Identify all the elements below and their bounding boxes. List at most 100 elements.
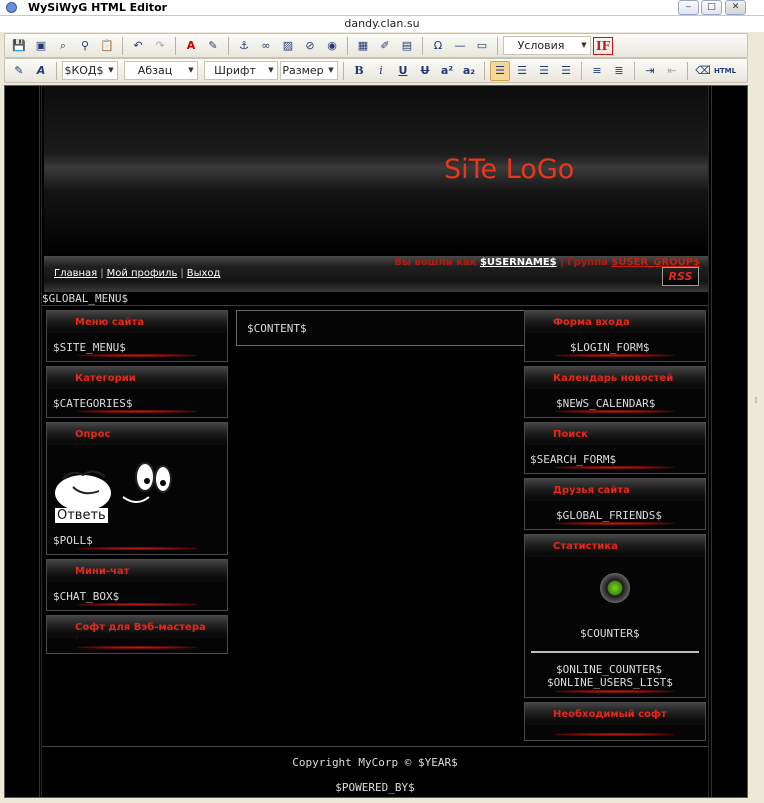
save-icon[interactable]: 💾 [9,36,29,56]
block-variable: $LOGIN_FORM$ [570,341,650,354]
close-button[interactable]: ✕ [725,0,746,15]
subscript-button[interactable]: a₂ [459,61,479,81]
block-header [47,423,227,445]
undo-icon[interactable]: ↶ [128,36,148,56]
image-icon[interactable]: ▨ [278,36,298,56]
unordered-list-icon[interactable]: ≣ [609,61,629,81]
toolbar-separator [422,36,423,55]
user-bar: Вы вошли как $USERNAME$ | Группа $USER_G… [44,256,708,292]
block-title: Форма входа [553,317,630,328]
content-variable: $CONTENT$ [247,322,307,335]
block-header [47,560,227,582]
link-icon[interactable]: ∞ [256,36,276,56]
special-char-icon[interactable]: Ω [428,36,448,56]
find-icon[interactable]: ⚲ [75,36,95,56]
align-right-icon[interactable]: ☰ [534,61,554,81]
block-title: Мини-чат [75,566,130,577]
right-block-news-calendar: Календарь новостей $NEWS_CALENDAR$ [524,366,706,418]
text-color-icon[interactable]: A [181,36,201,56]
divider [42,305,708,306]
paste-icon[interactable]: 📋 [97,36,117,56]
block-variable: $NEWS_CALENDAR$ [556,397,656,410]
paragraph-dropdown[interactable]: Абзац ▼ [124,61,198,80]
redo-icon[interactable]: ↷ [150,36,170,56]
align-justify-icon[interactable]: ☰ [556,61,576,81]
preview-icon[interactable]: ⌕ [53,36,73,56]
toolbar-separator [634,61,635,80]
minimize-button[interactable]: ‒ [678,0,699,15]
right-block-friends: Друзья сайта $GLOBAL_FRIENDS$ [524,478,706,530]
nav-home-link[interactable]: Главная [54,268,97,279]
font-dropdown[interactable]: Шрифт ▼ [204,61,278,80]
global-menu: $GLOBAL_MENU$ [42,292,129,305]
html-source-button[interactable]: HTML [714,61,736,81]
align-center-icon[interactable]: ☰ [512,61,532,81]
right-block-search: Поиск $SEARCH_FORM$ [524,422,706,474]
chevron-down-icon: ▼ [108,66,114,74]
style-icon[interactable]: A [31,61,51,81]
block-footer-glow [555,410,675,413]
highlight-color-icon[interactable]: ✎ [203,36,223,56]
toolbar-separator [497,36,498,55]
user-nav: Главная | Мой профиль | Выход [54,268,220,279]
right-block-needed-soft: Необходимый софт [524,702,706,741]
horizontal-rule-icon[interactable]: — [450,36,470,56]
block-variable: $GLOBAL_FRIENDS$ [556,509,662,522]
if-condition-button[interactable]: IF [593,36,614,55]
editor-canvas[interactable]: SiTe LoGo Вы вошли как $USERNAME$ | Груп… [4,85,748,798]
nav-separator: | [180,268,184,279]
form-icon[interactable]: ✐ [375,36,395,56]
poll-image: Ответь [53,457,177,523]
size-dropdown[interactable]: Размер ▼ [280,61,338,80]
italic-button[interactable]: i [371,61,391,81]
condition-dropdown[interactable]: Условия ▼ [503,36,591,55]
code-dropdown-label: $КОД$ [64,64,104,77]
block-title: Календарь новостей [553,373,674,384]
block-icon[interactable]: ▤ [397,36,417,56]
block-title: Статистика [553,541,618,552]
indent-icon[interactable]: ⇥ [640,61,660,81]
resize-grip-icon[interactable]: ⁞ [750,396,762,408]
chevron-down-icon: ▼ [581,41,587,49]
block-variable: $CHAT_BOX$ [53,590,120,603]
nav-separator: | [100,268,104,279]
block-variable: $COUNTER$ [580,627,640,640]
nav-profile-link[interactable]: Мой профиль [107,268,178,279]
page-break-icon[interactable]: ▭ [472,36,492,56]
left-block-poll: Опрос Ответь $POLL$ [46,422,228,555]
online-users-variable: $ONLINE_USERS_LIST$ [547,676,673,689]
block-footer-glow [77,646,197,649]
anchor-icon[interactable]: ⚓ [234,36,254,56]
media-icon[interactable]: ◉ [322,36,342,56]
toolbar-separator [343,61,344,80]
strikethrough-button[interactable]: U [415,61,435,81]
block-header [525,423,705,445]
superscript-button[interactable]: a² [437,61,457,81]
user-status-line: Вы вошли как $USERNAME$ | Группа $USER_G… [394,257,700,268]
edit-icon[interactable]: ✎ [9,61,29,81]
app-icon [6,2,17,13]
maximize-button[interactable]: □ [701,0,722,15]
align-left-icon[interactable]: ☰ [490,60,510,81]
table-icon[interactable]: ▦ [353,36,373,56]
nav-logout-link[interactable]: Выход [187,268,221,279]
rss-button[interactable]: RSS [662,267,699,286]
window-titlebar: WySiWyG HTML Editor ‒ □ ✕ [0,0,764,16]
save-as-icon[interactable]: ▣ [31,36,51,56]
code-dropdown[interactable]: $КОД$ ▼ [62,61,118,80]
username-link[interactable]: $USERNAME$ [480,257,557,268]
chevron-down-icon: ▼ [328,66,334,74]
toolbar-separator [581,61,582,80]
site-page: SiTe LoGo Вы вошли как $USERNAME$ | Груп… [41,86,709,797]
block-footer-glow [77,354,197,357]
underline-button[interactable]: U [393,61,413,81]
bold-button[interactable]: B [349,61,369,81]
eraser-icon[interactable]: ⌫ [693,61,713,81]
ordered-list-icon[interactable]: ≡ [587,61,607,81]
block-footer-glow [555,522,675,525]
outdent-icon[interactable]: ⇤ [662,61,682,81]
divider [42,746,708,747]
window-title: WySiWyG HTML Editor [28,1,168,14]
block-title: Софт для Вэб-мастера [75,622,206,633]
flash-icon[interactable]: ⊘ [300,36,320,56]
